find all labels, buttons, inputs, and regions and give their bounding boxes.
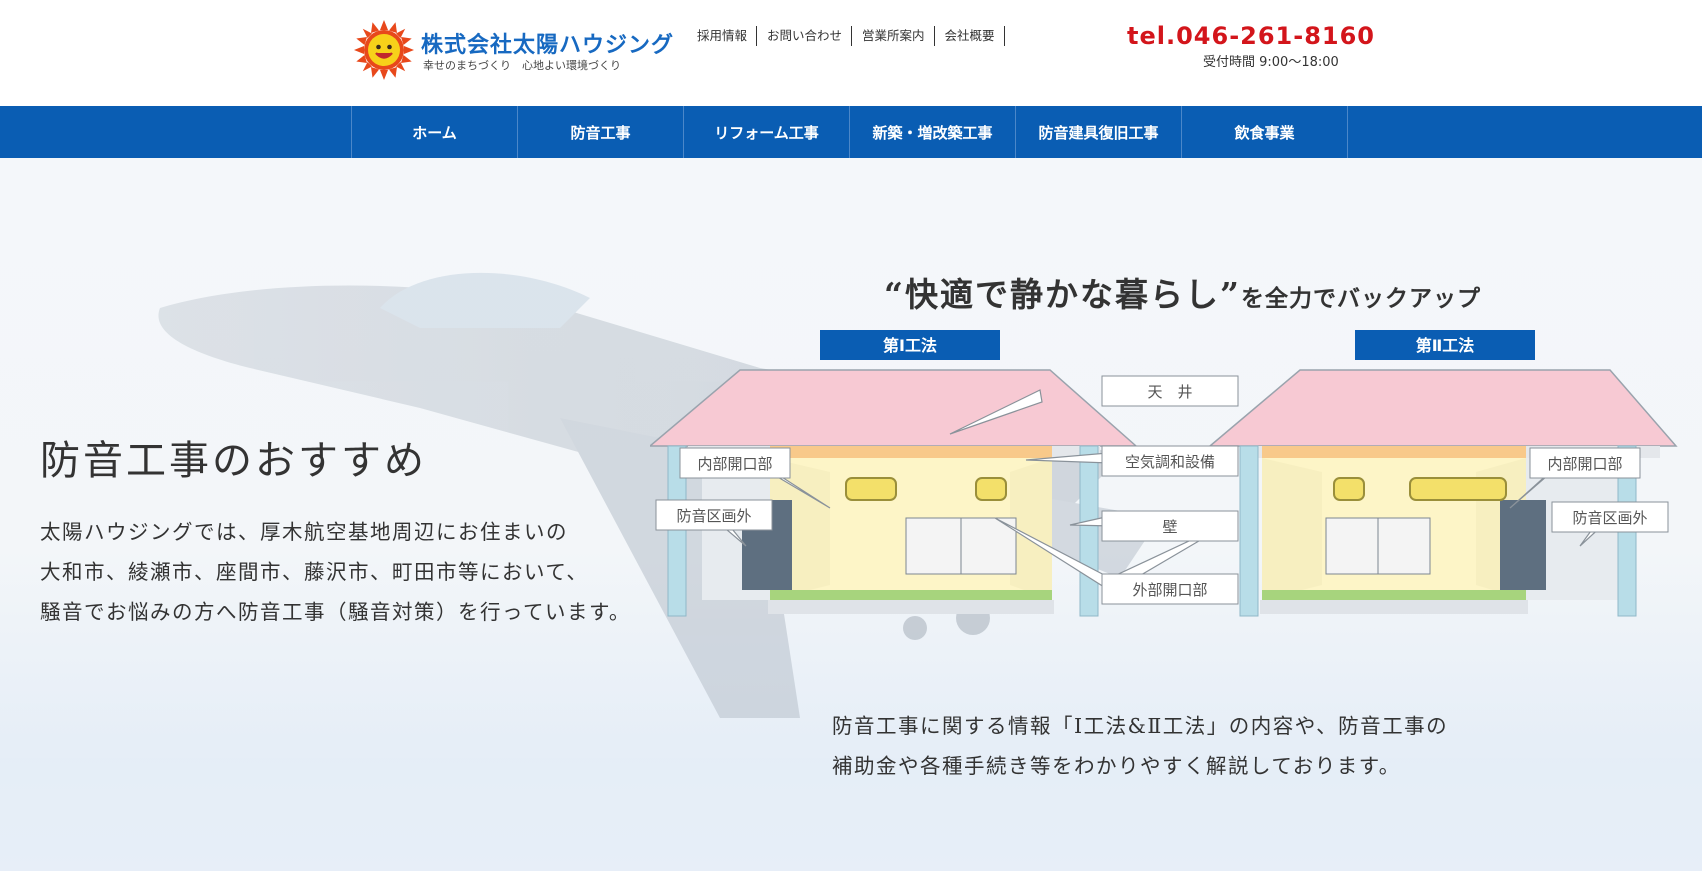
callout-outside-left-text: 防音区画外 [676,507,751,525]
callout-wall-text: 壁 [1162,518,1177,536]
nav-item-soundproofing[interactable]: 防音工事 [518,106,684,158]
hero-desc-line: 騒音でお悩みの方へ防音工事（騒音対策）を行っています。 [40,600,631,624]
nav-item-new-construction[interactable]: 新築・増改築工事 [850,106,1016,158]
util-link-company[interactable]: 会社概要 [945,26,1005,46]
nav-item-restaurant[interactable]: 飲食事業 [1182,106,1348,158]
hero-desc-line: 太陽ハウジングでは、厚木航空基地周辺にお住まいの [40,520,568,544]
catch-main: “快適で静かな暮らし” [884,275,1241,314]
business-hours: 受付時間 9:00〜18:00 [1203,55,1339,70]
callout-inner-opening-left-text: 内部開口部 [697,455,772,473]
company-tagline: 幸せのまちづくり 心地よい環境づくり [423,59,621,72]
sun-logo-icon[interactable] [354,20,414,80]
house-method1 [650,369,1138,617]
hero-description: 太陽ハウジングでは、厚木航空基地周辺にお住まいの 大和市、綾瀬市、座間市、藤沢市… [40,512,631,632]
catch-copy: “快適で静かな暮らし”を全力でバックアップ [884,268,1481,316]
catch-sub: を全力でバックアップ [1240,285,1481,312]
bottom-description: 防音工事に関する情報「Ⅰ工法&Ⅱ工法」の内容や、防音工事の 補助金や各種手続き等… [832,706,1448,786]
utility-nav: 採用情報 お問い合わせ 営業所案内 会社概要 [697,26,1015,46]
hero-title: 防音工事のおすすめ [40,438,427,484]
callout-aircon: 空気調和設備 [1101,445,1239,477]
callout-aircon-text: 空気調和設備 [1125,453,1215,471]
util-link-recruit[interactable]: 採用情報 [697,26,758,46]
util-link-contact[interactable]: お問い合わせ [767,26,853,46]
phone-number[interactable]: tel.046-261-8160 [1127,22,1375,50]
callout-ceiling: 天 井 [1101,375,1239,407]
callout-inner-opening-left: 内部開口部 [679,447,791,479]
util-link-offices[interactable]: 営業所案内 [862,26,935,46]
global-nav: ホーム 防音工事 リフォーム工事 新築・増改築工事 防音建具復旧工事 飲食事業 [0,106,1702,158]
callout-inner-opening-right-text: 内部開口部 [1547,455,1622,473]
callout-outside-right: 防音区画外 [1551,501,1669,533]
bottom-desc-line: 防音工事に関する情報「Ⅰ工法&Ⅱ工法」の内容や、防音工事の [832,714,1449,738]
callout-ceiling-text: 天 井 [1147,383,1192,401]
callout-exterior-opening: 外部開口部 [1101,573,1239,605]
site-header: 株式会社太陽ハウジング 幸せのまちづくり 心地よい環境づくり 採用情報 お問い合… [0,0,1702,106]
company-name[interactable]: 株式会社太陽ハウジング [421,27,674,59]
nav-item-reform[interactable]: リフォーム工事 [684,106,850,158]
callout-outside-left: 防音区画外 [655,499,773,531]
hero-desc-line: 大和市、綾瀬市、座間市、藤沢市、町田市等において、 [40,560,589,584]
method1-label: 第Ⅰ工法 [883,336,937,355]
callout-inner-opening-right: 内部開口部 [1529,447,1641,479]
soundproof-method-diagram: 第Ⅰ工法 第Ⅱ工法 天 井 空気調和設備 壁 外部開口部 内部開口部 防音区画外… [650,330,1678,617]
callout-exterior-opening-text: 外部開口部 [1132,581,1207,599]
bottom-desc-line: 補助金や各種手続き等をわかりやすく解説しております。 [832,754,1401,778]
nav-item-fittings-restoration[interactable]: 防音建具復旧工事 [1016,106,1182,158]
callout-wall: 壁 [1101,510,1239,542]
hero-banner: 防音工事のおすすめ 太陽ハウジングでは、厚木航空基地周辺にお住まいの 大和市、綾… [0,158,1702,871]
callout-outside-right-text: 防音区画外 [1572,509,1647,527]
method2-label: 第Ⅱ工法 [1416,336,1475,355]
nav-item-home[interactable]: ホーム [352,106,518,158]
house-method2 [1207,369,1678,617]
